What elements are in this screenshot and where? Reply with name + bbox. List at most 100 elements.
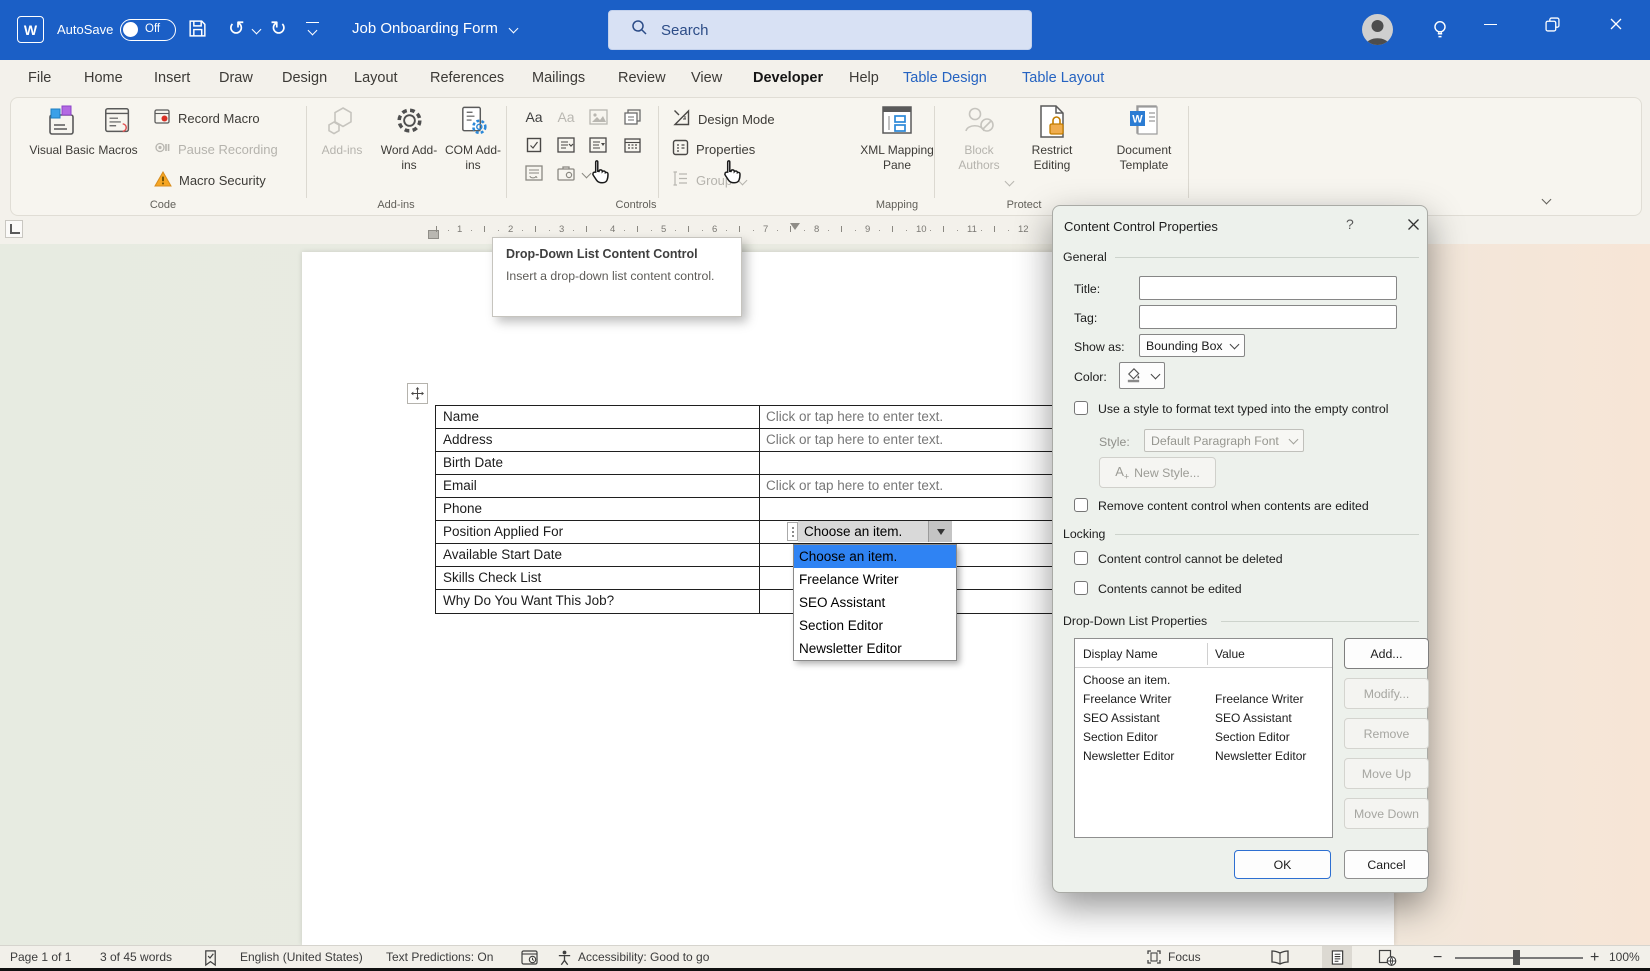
collapse-ribbon-chevron-icon[interactable]: [1542, 195, 1552, 205]
add-button[interactable]: Add...: [1344, 638, 1429, 669]
dropdown-item[interactable]: SEO Assistant: [794, 591, 956, 614]
visual-basic-button[interactable]: Visual Basic: [29, 104, 95, 158]
word-count[interactable]: 3 of 45 words: [100, 946, 172, 969]
use-style-label[interactable]: Use a style to format text typed into th…: [1098, 402, 1388, 416]
tab-mailings[interactable]: Mailings: [528, 60, 589, 96]
remove-when-edited-checkbox[interactable]: [1074, 498, 1088, 512]
properties-button[interactable]: Properties: [672, 139, 755, 159]
zoom-slider-handle[interactable]: [1513, 950, 1520, 965]
column-header-value[interactable]: Value: [1215, 647, 1245, 661]
first-line-indent-marker[interactable]: [790, 223, 800, 230]
language-indicator[interactable]: English (United States): [240, 946, 363, 969]
content-control-drag-handle[interactable]: [787, 522, 798, 541]
row-label[interactable]: Why Do You Want This Job?: [436, 590, 760, 613]
placeholder-text[interactable]: [760, 501, 766, 516]
list-item-value[interactable]: Section Editor: [1215, 730, 1290, 744]
list-item-display[interactable]: Section Editor: [1083, 730, 1158, 744]
quick-access-chevron-icon[interactable]: [308, 26, 318, 36]
save-icon[interactable]: [187, 18, 208, 44]
lightbulb-icon[interactable]: [1429, 18, 1451, 46]
list-item-value[interactable]: Newsletter Editor: [1215, 749, 1306, 763]
macro-security-button[interactable]: Macro Security: [154, 170, 266, 191]
list-item-display[interactable]: SEO Assistant: [1083, 711, 1160, 725]
ok-button[interactable]: OK: [1234, 850, 1331, 879]
show-as-select[interactable]: Bounding Box: [1139, 334, 1245, 357]
print-layout-icon[interactable]: [1322, 946, 1352, 969]
placeholder-text[interactable]: Click or tap here to enter text.: [760, 409, 943, 424]
tab-references[interactable]: References: [426, 60, 508, 96]
focus-label[interactable]: Focus: [1168, 946, 1201, 969]
document-title[interactable]: Job Onboarding Form: [352, 20, 498, 37]
tab-draw[interactable]: Draw: [215, 60, 257, 96]
list-item-display[interactable]: Choose an item.: [1083, 673, 1170, 687]
zoom-in-button[interactable]: +: [1590, 946, 1599, 969]
document-template-button[interactable]: W Document Template: [1109, 104, 1179, 173]
zoom-level[interactable]: 100%: [1609, 946, 1640, 969]
dropdown-list-control-icon[interactable]: [585, 135, 611, 155]
repeating-section-control-icon[interactable]: [521, 163, 547, 183]
tab-review[interactable]: Review: [614, 60, 670, 96]
content-control-field[interactable]: Choose an item.: [798, 521, 928, 542]
avatar[interactable]: [1362, 14, 1393, 45]
com-addins-button[interactable]: COM Add-ins: [442, 104, 504, 173]
zoom-out-button[interactable]: −: [1433, 946, 1442, 969]
quick-access-icon[interactable]: [306, 22, 319, 23]
tab-selector[interactable]: [5, 220, 23, 238]
record-macro-button[interactable]: Record Macro: [154, 108, 260, 128]
tab-file[interactable]: File: [24, 60, 55, 96]
xml-mapping-pane-button[interactable]: XML Mapping Pane: [856, 104, 938, 173]
dialog-close-icon[interactable]: [1407, 218, 1420, 236]
help-icon[interactable]: ?: [1346, 216, 1354, 232]
row-label[interactable]: Phone: [436, 498, 760, 520]
content-control-dropdown-button[interactable]: [928, 521, 952, 542]
tab-insert[interactable]: Insert: [150, 60, 194, 96]
row-label[interactable]: Birth Date: [436, 452, 760, 474]
placeholder-text[interactable]: [760, 593, 766, 608]
placeholder-text[interactable]: [760, 547, 766, 562]
dropdown-item[interactable]: Choose an item.: [794, 545, 956, 568]
table-move-handle[interactable]: [407, 383, 428, 404]
redo-icon[interactable]: ↻: [270, 16, 287, 41]
list-item-display[interactable]: Freelance Writer: [1083, 692, 1171, 706]
undo-chevron-icon[interactable]: [252, 25, 262, 35]
color-picker-button[interactable]: [1119, 362, 1165, 389]
row-label[interactable]: Address: [436, 429, 760, 451]
row-label[interactable]: Name: [436, 406, 760, 428]
rich-text-control-icon[interactable]: Aa: [521, 107, 547, 127]
accessibility-status[interactable]: Accessibility: Good to go: [578, 946, 709, 969]
close-button[interactable]: [1593, 0, 1639, 48]
list-item-display[interactable]: Newsletter Editor: [1083, 749, 1174, 763]
tab-design[interactable]: Design: [278, 60, 331, 96]
tab-table-design[interactable]: Table Design: [899, 60, 991, 96]
restore-button[interactable]: [1529, 0, 1575, 48]
cannot-edit-checkbox[interactable]: [1074, 581, 1088, 595]
autosave-toggle[interactable]: Off: [120, 19, 176, 41]
cannot-edit-label[interactable]: Contents cannot be edited: [1098, 582, 1242, 596]
placeholder-text[interactable]: Click or tap here to enter text.: [760, 478, 943, 493]
row-label[interactable]: Available Start Date: [436, 544, 760, 566]
row-label[interactable]: Position Applied For: [436, 521, 760, 543]
list-item-value[interactable]: Freelance Writer: [1215, 692, 1303, 706]
remove-when-edited-label[interactable]: Remove content control when contents are…: [1098, 499, 1369, 513]
design-mode-button[interactable]: Design Mode: [672, 108, 775, 130]
combo-box-control-icon[interactable]: [553, 135, 579, 155]
macros-button[interactable]: Macros: [95, 104, 141, 158]
restrict-editing-button[interactable]: Restrict Editing: [1021, 104, 1083, 173]
tab-table-layout[interactable]: Table Layout: [1018, 60, 1108, 96]
placeholder-text[interactable]: [760, 455, 766, 470]
tag-field[interactable]: [1139, 305, 1397, 329]
title-chevron-icon[interactable]: [509, 24, 519, 34]
text-predictions-indicator[interactable]: Text Predictions: On: [386, 946, 493, 969]
undo-icon[interactable]: ↺: [228, 16, 245, 41]
dropdown-item[interactable]: Freelance Writer: [794, 568, 956, 591]
cancel-button[interactable]: Cancel: [1344, 850, 1429, 879]
column-header-display[interactable]: Display Name: [1083, 647, 1158, 661]
dropdown-item[interactable]: Newsletter Editor: [794, 637, 956, 660]
tab-developer[interactable]: Developer: [749, 60, 827, 96]
ddl-items-listbox[interactable]: Display Name Value Choose an item. Freel…: [1074, 638, 1333, 838]
dropdown-item[interactable]: Section Editor: [794, 614, 956, 637]
page-indicator[interactable]: Page 1 of 1: [10, 946, 71, 969]
placeholder-text[interactable]: [760, 570, 766, 585]
search-input[interactable]: Search: [608, 10, 1032, 50]
cannot-delete-label[interactable]: Content control cannot be deleted: [1098, 552, 1283, 566]
